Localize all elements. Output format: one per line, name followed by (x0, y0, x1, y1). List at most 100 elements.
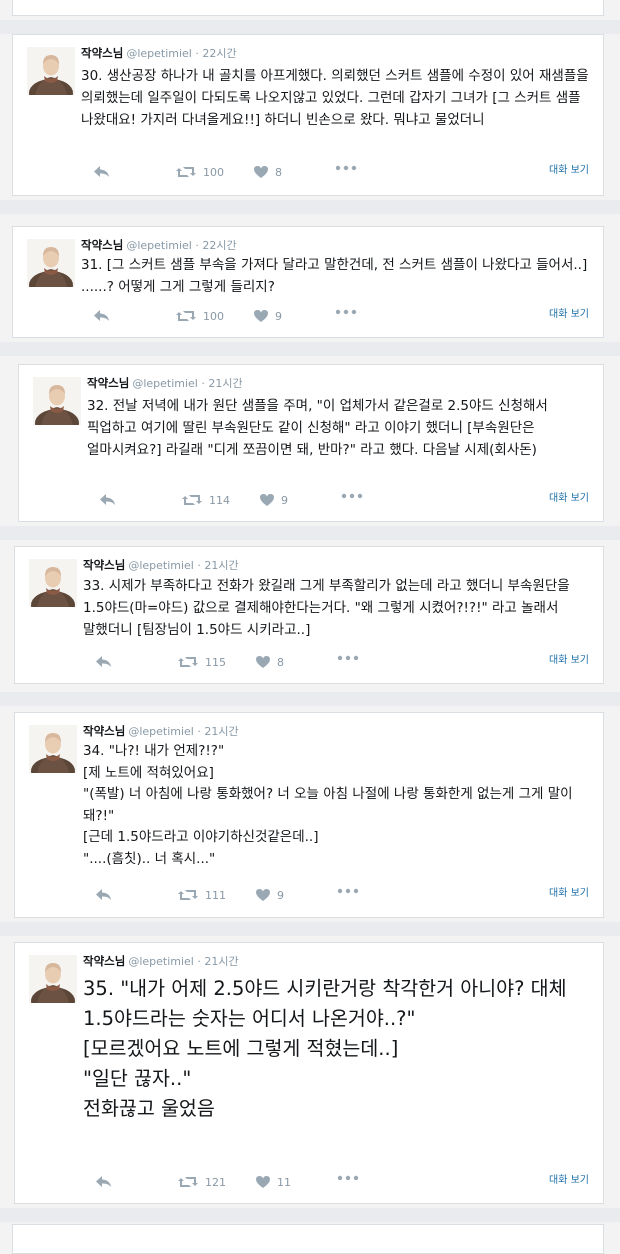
view-conversation-link[interactable]: 대화 보기 (549, 489, 589, 504)
divider-strip (0, 922, 620, 936)
retweet-button[interactable]: 115 (177, 655, 226, 669)
tweet-actions: 114 9 대화 보기 (87, 493, 589, 511)
like-count: 9 (277, 888, 284, 902)
reply-button[interactable] (95, 1175, 113, 1189)
like-button[interactable]: 9 (259, 493, 288, 507)
more-button[interactable] (341, 493, 363, 499)
tweet-actions: 100 9 대화 보기 (81, 309, 589, 327)
view-conversation-link[interactable]: 대화 보기 (549, 1171, 589, 1186)
like-count: 9 (281, 493, 288, 507)
tweet-header: 작약스님 @lepetimiel · 21시간 (87, 375, 243, 391)
timestamp[interactable]: · 22시간 (195, 239, 236, 252)
retweet-icon (178, 1177, 198, 1187)
tweet-card[interactable]: 작약스님 @lepetimiel · 21시간 34. "나?! 내가 언제?!?… (14, 712, 604, 918)
retweet-button[interactable]: 121 (177, 1175, 226, 1189)
profile-avatar[interactable] (33, 377, 81, 425)
tweet-header: 작약스님 @lepetimiel · 22시간 (81, 45, 237, 61)
handle[interactable]: @lepetimiel (126, 47, 192, 60)
handle[interactable]: @lepetimiel (128, 725, 194, 738)
retweet-count: 115 (205, 655, 226, 669)
heart-icon (256, 1176, 270, 1188)
retweet-button[interactable]: 114 (181, 493, 230, 507)
reply-icon (96, 889, 111, 900)
view-conversation-link[interactable]: 대화 보기 (549, 884, 589, 899)
tweet-card[interactable]: 작약스님 @lepetimiel · 21시간 32. 전날 저녁에 내가 원단 … (18, 364, 604, 522)
handle[interactable]: @lepetimiel (128, 559, 194, 572)
retweet-count: 100 (203, 309, 224, 323)
more-icon (335, 165, 357, 171)
profile-avatar[interactable] (27, 47, 75, 95)
reply-button[interactable] (95, 888, 113, 902)
more-icon (337, 655, 359, 661)
display-name[interactable]: 작약스님 (83, 558, 125, 572)
divider-strip (0, 692, 620, 706)
like-button[interactable]: 9 (253, 309, 282, 323)
profile-avatar[interactable] (29, 559, 77, 607)
timestamp[interactable]: · 21시간 (197, 559, 238, 572)
handle[interactable]: @lepetimiel (126, 239, 192, 252)
divider-strip (0, 1208, 620, 1222)
like-count: 11 (277, 1175, 291, 1189)
timestamp[interactable]: · 21시간 (197, 725, 238, 738)
reply-button[interactable] (95, 655, 113, 669)
more-button[interactable] (335, 165, 357, 171)
view-conversation-link[interactable]: 대화 보기 (549, 305, 589, 320)
more-button[interactable] (337, 888, 359, 894)
view-conversation-link[interactable]: 대화 보기 (549, 161, 589, 176)
like-button[interactable]: 11 (255, 1175, 291, 1189)
timestamp[interactable]: · 21시간 (201, 377, 242, 390)
tweet-card[interactable]: 작약스님 @lepetimiel · 22시간 30. 생산공장 하나가 내 골치… (12, 34, 604, 196)
tweet-actions: 115 8 대화 보기 (83, 655, 589, 673)
tweet-card[interactable]: 작약스님 @lepetimiel · 21시간 33. 시제가 부족하다고 전화가… (14, 546, 604, 684)
more-button[interactable] (335, 309, 357, 315)
like-button[interactable]: 8 (255, 655, 284, 669)
display-name[interactable]: 작약스님 (81, 46, 123, 60)
view-conversation-link[interactable]: 대화 보기 (549, 651, 589, 666)
tweet-actions: 111 9 대화 보기 (83, 888, 589, 906)
retweet-button[interactable]: 100 (175, 165, 224, 179)
reply-button[interactable] (99, 493, 117, 507)
display-name[interactable]: 작약스님 (83, 954, 125, 968)
tweet-header: 작약스님 @lepetimiel · 21시간 (83, 557, 239, 573)
timestamp[interactable]: · 22시간 (195, 47, 236, 60)
handle[interactable]: @lepetimiel (132, 377, 198, 390)
timestamp[interactable]: · 21시간 (197, 955, 238, 968)
profile-avatar[interactable] (29, 955, 77, 1003)
display-name[interactable]: 작약스님 (81, 238, 123, 252)
tweet-card[interactable]: 작약스님 @lepetimiel · 22시간 31. [그 스커트 샘플 부속을… (12, 226, 604, 338)
retweet-button[interactable]: 100 (175, 309, 224, 323)
more-button[interactable] (337, 1175, 359, 1181)
divider-strip (0, 342, 620, 356)
retweet-icon (178, 657, 198, 667)
tweet-card-partial (12, 1224, 604, 1254)
heart-icon (260, 494, 274, 506)
retweet-count: 100 (203, 165, 224, 179)
display-name[interactable]: 작약스님 (83, 724, 125, 738)
like-button[interactable]: 8 (253, 165, 282, 179)
reply-icon (96, 1176, 111, 1187)
reply-button[interactable] (93, 165, 111, 179)
tweet-text: 30. 생산공장 하나가 내 골치를 아프게했다. 의뢰했던 스커트 샘플에 수… (81, 68, 593, 128)
more-icon (335, 309, 357, 315)
tweet-header: 작약스님 @lepetimiel · 22시간 (81, 237, 237, 253)
reply-button[interactable] (93, 309, 111, 323)
tweet-card[interactable]: 작약스님 @lepetimiel · 21시간 35. "내가 어제 2.5야드 … (14, 942, 604, 1204)
like-count: 8 (275, 165, 282, 179)
reply-icon (96, 656, 111, 667)
display-name[interactable]: 작약스님 (87, 376, 129, 390)
retweet-icon (176, 167, 196, 177)
divider-strip (0, 200, 620, 214)
tweet-actions: 100 8 대화 보기 (81, 165, 589, 183)
tweet-text: 33. 시제가 부족하다고 전화가 왔길래 그게 부족할리가 없는데 라고 했더… (83, 578, 574, 638)
retweet-icon (182, 495, 202, 505)
more-icon (337, 1175, 359, 1181)
profile-avatar[interactable] (27, 239, 75, 287)
handle[interactable]: @lepetimiel (128, 955, 194, 968)
profile-avatar[interactable] (29, 725, 77, 773)
more-button[interactable] (337, 655, 359, 661)
like-button[interactable]: 9 (255, 888, 284, 902)
reply-icon (94, 166, 109, 177)
heart-icon (254, 310, 268, 322)
retweet-button[interactable]: 111 (177, 888, 226, 902)
divider-strip (0, 20, 620, 34)
